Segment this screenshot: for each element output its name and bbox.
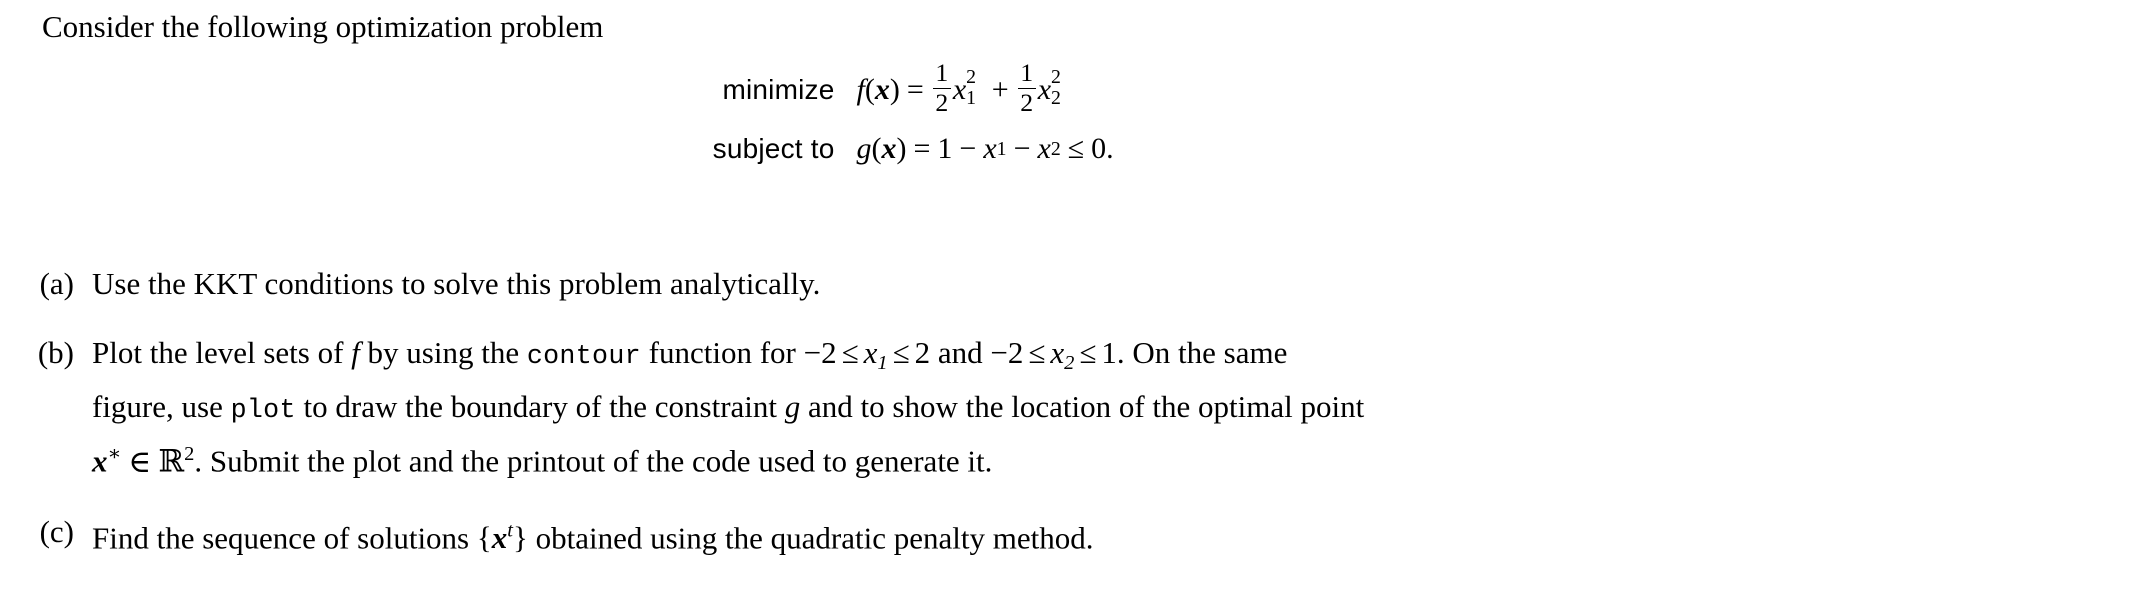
paren-open: ( [864,73,875,107]
brace-close: } [512,520,528,556]
constraint-row: subject to g(x) = 1− x 1− x 2 ≤0. [607,132,1547,166]
term1-subscript: 1 [966,86,977,109]
list-item-a: (a) Use the KKT conditions to solve this… [0,262,2153,305]
constraint-rhs: 0 [1091,132,1107,166]
item-c-seg2: obtained using the quadratic penalty met… [535,520,1094,556]
numerator: 1 [935,58,949,88]
item-label-c: (c) [39,513,74,549]
math-f: f [351,335,360,370]
item-b-line2-seg2: to draw the boundary of the constraint [303,389,778,425]
numerator: 1 [1020,58,1034,88]
equals-sign: = [906,73,924,107]
term2-subsup: 22 [1051,66,1070,109]
minimize-label: minimize [722,74,835,106]
code-plot: plot [230,396,296,427]
intro-paragraph: Consider the following optimization prob… [42,9,604,44]
fraction-one-half-first: 12 [932,58,951,118]
leq-1: ≤ [841,335,859,370]
range1-var: x [863,335,878,370]
constant-one: 1 [937,132,953,166]
leq-2: ≤ [892,335,910,370]
element-of-sign: ∈ [128,443,152,479]
item-b-text-seg2: by using the [367,335,520,370]
constraint-expression: g(x) = 1− x 1− x 2 ≤0. [857,132,1114,166]
range1-var-subscript: 1 [877,352,888,375]
item-body-b: Plot the level sets of f by using the co… [92,331,1364,484]
leq-3: ≤ [1028,335,1046,370]
blackboard-R: ℝ [158,443,185,480]
plus-sign: + [991,73,1009,107]
denominator: 2 [1020,88,1034,118]
term2-exponent: 2 [1051,65,1061,88]
code-contour: contour [526,342,641,372]
subject-to-label: subject to [712,133,835,165]
equals-sign: = [913,132,931,166]
list-item-b: (b) Plot the level sets of f by using th… [0,331,2153,484]
item-b-text-seg4: and [937,335,983,370]
r-superscript-2: 2 [184,443,195,466]
optimization-problem-block: minimize f(x) = 1 2 x 2 1 +1 2 x 2 2 subject to g(x… [0,58,2153,166]
constraint-var-2: x [1037,132,1051,166]
item-b-text-seg5: . On the same [1116,335,1288,370]
denominator: 2 [935,88,949,118]
item-b-line2-seg1: figure, use [92,389,223,425]
objective-expression: f(x) = 1 2 x 2 1 +1 2 x 2 2 [856,58,1070,118]
function-f: f [856,73,865,107]
paren-close: ) [889,73,900,107]
item-b-text-seg3: function for [648,335,796,370]
range2-var: x [1050,335,1065,370]
range-x2: −2 ≤ x2 ≤1 [990,335,1117,374]
term1-base: x [952,73,967,107]
item-b-line3-seg1: . Submit the plot and the printout of th… [194,443,993,479]
item-b-line-3: x∗ ∈ ℝ2. Submit the plot and the printout … [92,433,1364,483]
item-label-a: (a) [39,266,74,301]
math-g: g [784,389,801,425]
range2-var-subscript: 2 [1064,352,1075,375]
constraint-period: . [1106,132,1114,166]
item-body-c: Find the sequence of solutions {xt} obta… [92,510,1093,559]
item-body-a: Use the KKT conditions to solve this pro… [92,262,820,305]
term1-subsup: 21 [966,66,985,109]
leq-sign: ≤ [1067,132,1085,166]
item-c-line-1: Find the sequence of solutions {xt} obta… [92,510,1093,559]
sequence-x: x [491,520,508,556]
star-superscript: ∗ [107,443,122,466]
minus-sign-1: − [959,132,977,166]
term1-exponent: 2 [966,65,977,88]
vector-x: x [874,73,890,107]
term2-subscript: 2 [1051,86,1061,109]
item-c-seg1: Find the sequence of solutions [92,520,470,556]
item-b-text-seg1: Plot the level sets of [92,335,344,370]
list-item-c: (c) Find the sequence of solutions {xt} … [0,510,2153,559]
brace-open: { [476,520,492,556]
document-page: Consider the following optimization prob… [0,0,2153,606]
constraint-var-2-subscript: 2 [1050,137,1061,160]
item-b-line-2: figure, use plot to draw the boundary of… [92,385,1364,433]
range2-upper: 1 [1101,335,1117,370]
sequence-set: {xt} [477,520,528,555]
paren-close: ) [896,132,907,166]
item-b-line2-seg3: and to show the location of the optimal … [808,389,1365,425]
function-g: g [856,132,872,166]
range1-lower: −2 [803,335,837,370]
vector-x: x [881,132,897,166]
term2-base: x [1037,73,1052,107]
range1-upper: 2 [914,335,931,370]
constraint-var-1: x [983,132,997,166]
paren-open: ( [871,132,882,166]
optimal-point-x: x [92,443,108,479]
item-b-line-1: Plot the level sets of f by using the co… [92,331,1364,385]
leq-4: ≤ [1079,335,1097,370]
range2-lower: −2 [990,335,1024,370]
range-x1: −2 ≤ x1 ≤2 [803,335,931,374]
item-label-b: (b) [37,335,74,370]
fraction-one-half-second: 12 [1017,58,1036,118]
constraint-var-1-subscript: 1 [996,137,1007,160]
item-a-text: Use the KKT conditions to solve this pro… [92,266,821,301]
objective-row: minimize f(x) = 1 2 x 2 1 +1 2 x 2 2 [607,58,1547,118]
problem-items-list: (a) Use the KKT conditions to solve this… [0,262,2153,585]
minus-sign-2: − [1013,132,1031,166]
item-a-line-1: Use the KKT conditions to solve this pro… [92,262,820,305]
